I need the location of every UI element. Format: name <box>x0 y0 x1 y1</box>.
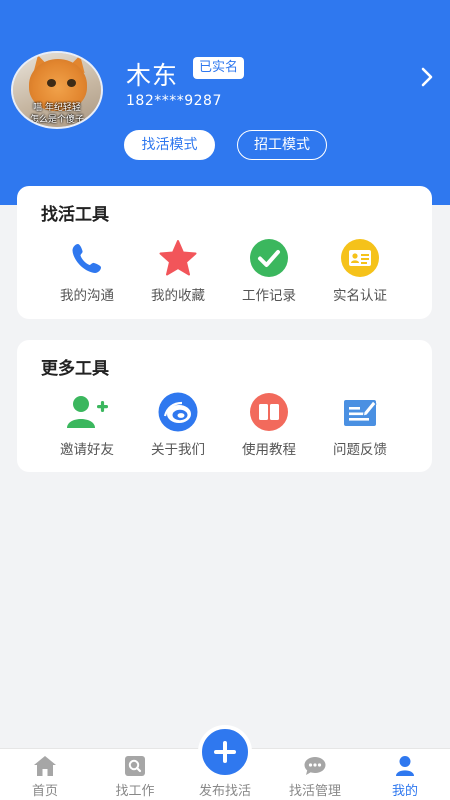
chevron-right-icon[interactable] <box>421 66 433 88</box>
tab-job-management[interactable]: 找活管理 <box>270 755 360 799</box>
recruit-mode-button[interactable]: 招工模式 <box>237 130 327 160</box>
phone-number: 182****9287 <box>126 93 222 109</box>
find-tools-title: 找活工具 <box>41 205 109 225</box>
tool-invite-friends[interactable]: 邀请好友 <box>47 392 127 458</box>
tool-label: 邀请好友 <box>60 442 114 458</box>
tab-label: 首页 <box>31 784 58 799</box>
more-tools-card: 更多工具 邀请好友 关于我们 使用教程 问题反馈 <box>17 340 432 472</box>
tool-label: 我的沟通 <box>60 288 114 304</box>
home-icon <box>33 755 57 777</box>
avatar[interactable]: 喵 年纪轻轻 怎么是个傻子 <box>11 51 103 129</box>
tab-home[interactable]: 首页 <box>0 755 90 799</box>
book-icon <box>249 392 289 432</box>
avatar-caption-line2: 怎么是个傻子 <box>29 115 84 125</box>
tool-work-records[interactable]: 工作记录 <box>229 238 309 304</box>
post-job-seeking-plus-button[interactable] <box>198 725 252 779</box>
about-logo-icon <box>158 392 198 432</box>
tool-label: 使用教程 <box>242 442 296 458</box>
tool-real-name-auth[interactable]: 实名认证 <box>320 238 400 304</box>
feedback-icon <box>340 392 380 432</box>
id-card-icon <box>340 238 380 278</box>
chat-icon <box>303 755 327 777</box>
tool-my-favorites[interactable]: 我的收藏 <box>138 238 218 304</box>
tool-label: 问题反馈 <box>333 442 387 458</box>
tool-label: 实名认证 <box>333 288 387 304</box>
tool-label: 工作记录 <box>242 288 296 304</box>
tool-feedback[interactable]: 问题反馈 <box>320 392 400 458</box>
tool-my-chats[interactable]: 我的沟通 <box>47 238 127 304</box>
tool-label: 我的收藏 <box>151 288 205 304</box>
verified-badge: 已实名 <box>193 57 245 79</box>
tab-label: 我的 <box>391 784 418 799</box>
phone-icon <box>67 238 107 278</box>
tab-mine[interactable]: 我的 <box>360 755 450 799</box>
more-tools-title: 更多工具 <box>41 359 109 379</box>
add-user-icon <box>67 392 108 432</box>
tab-label: 找活管理 <box>288 784 341 799</box>
tool-label: 关于我们 <box>151 442 205 458</box>
tool-tutorial[interactable]: 使用教程 <box>229 392 309 458</box>
check-circle-icon <box>249 238 289 278</box>
search-job-icon <box>123 755 147 777</box>
find-tools-card: 找活工具 我的沟通 我的收藏 工作记录 实名认证 <box>17 186 432 319</box>
star-icon <box>158 238 198 278</box>
tool-about-us[interactable]: 关于我们 <box>138 392 218 458</box>
tab-label: 发布找活 <box>198 784 251 799</box>
user-name: 木东 <box>126 61 179 90</box>
avatar-caption-line1: 喵 年纪轻轻 <box>33 103 81 113</box>
user-icon <box>393 755 417 777</box>
tab-label: 找工作 <box>115 784 155 799</box>
tab-find-job[interactable]: 找工作 <box>90 755 180 799</box>
find-work-mode-button[interactable]: 找活模式 <box>124 130 215 160</box>
